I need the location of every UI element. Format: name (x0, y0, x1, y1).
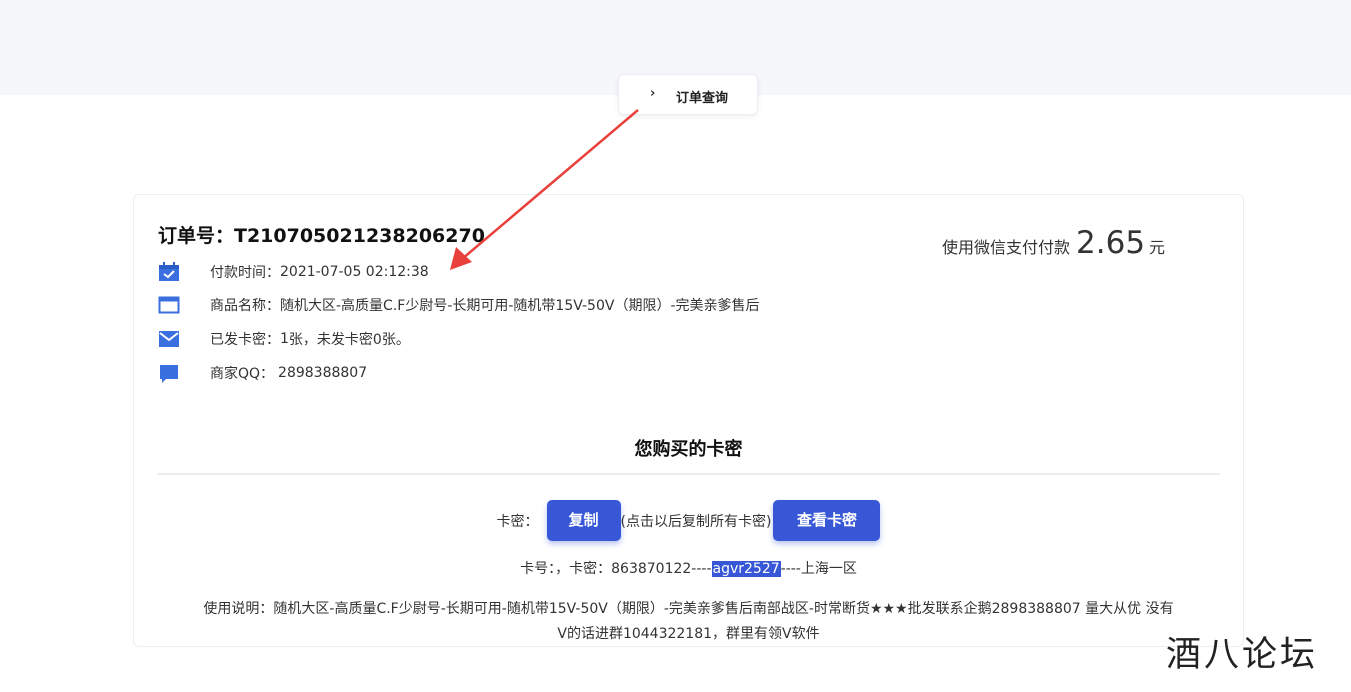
pay-time-row: 付款时间： 2021-07-05 02:12:38 (158, 261, 429, 283)
currency-unit: 元 (1149, 238, 1166, 257)
window-icon (158, 295, 180, 315)
product-row: 商品名称： 随机大区-高质量C.F少尉号-长期可用-随机带15V-50V（期限）… (158, 294, 760, 316)
card-key-suffix: ----上海一区 (780, 561, 857, 577)
usage-line-1: 使用说明：随机大区-高质量C.F少尉号-长期可用-随机带15V-50V（期限）-… (203, 601, 1174, 617)
card-key-selected-text[interactable]: agvr2527 (711, 561, 781, 577)
section-divider (158, 473, 1220, 475)
merchant-row: 商家QQ： 2898388807 (158, 362, 367, 384)
usage-line-2: V的话进群1044322181，群里有领V软件 (557, 626, 820, 642)
card-key-actions: 卡密： 复制 (点击以后复制所有卡密) 查看卡密 (134, 500, 1243, 541)
payment-summary: 使用微信支付付款 2.65 元 (942, 225, 1165, 261)
order-query-tab[interactable]: › 订单查询 (618, 74, 758, 115)
sent-cards-label: 已发卡密： (210, 332, 280, 348)
pay-time-value: 2021-07-05 02:12:38 (280, 264, 429, 280)
merchant-qq-link[interactable]: 2898388807 (278, 365, 367, 381)
card-key-label: 卡密： (496, 513, 539, 530)
calendar-check-icon (158, 262, 180, 282)
merchant-qq-label: 商家QQ： (210, 366, 275, 382)
order-query-label: 订单查询 (676, 91, 729, 106)
product-value: 随机大区-高质量C.F少尉号-长期可用-随机带15V-50V（期限）-完美亲爹售… (280, 298, 760, 314)
copy-hint: (点击以后复制所有卡密) (620, 513, 772, 530)
view-card-keys-button[interactable]: 查看卡密 (773, 500, 881, 541)
usage-instructions: 使用说明：随机大区-高质量C.F少尉号-长期可用-随机带15V-50V（期限）-… (134, 597, 1243, 647)
payment-method-label: 使用微信支付付款 (942, 238, 1071, 257)
watermark: 酒八论坛 (1166, 635, 1319, 675)
copy-button[interactable]: 复制 (546, 500, 621, 541)
chat-icon (158, 363, 180, 383)
sent-cards-suffix: 张，未发卡密0张。 (288, 332, 410, 348)
payment-amount: 2.65 (1076, 225, 1146, 261)
card-key-prefix: 卡号：，卡密：863870122---- (520, 561, 712, 577)
order-card: 订单号：T210705021238206270 使用微信支付付款 2.65 元 付款… (133, 194, 1244, 647)
pay-time-label: 付款时间： (210, 265, 280, 281)
sent-cards-count: 1 (280, 331, 289, 347)
cards-section-title: 您购买的卡密 (634, 439, 743, 460)
sent-cards-row: 已发卡密： 1 张，未发卡密0张。 (158, 328, 410, 350)
chevron-right-icon: › (650, 86, 656, 101)
card-key-line[interactable]: 卡号：，卡密：863870122----agvr2527----上海一区 (134, 558, 1243, 578)
product-label: 商品名称： (210, 298, 280, 314)
envelope-icon (158, 329, 180, 349)
order-number: 订单号：T210705021238206270 (158, 225, 485, 247)
